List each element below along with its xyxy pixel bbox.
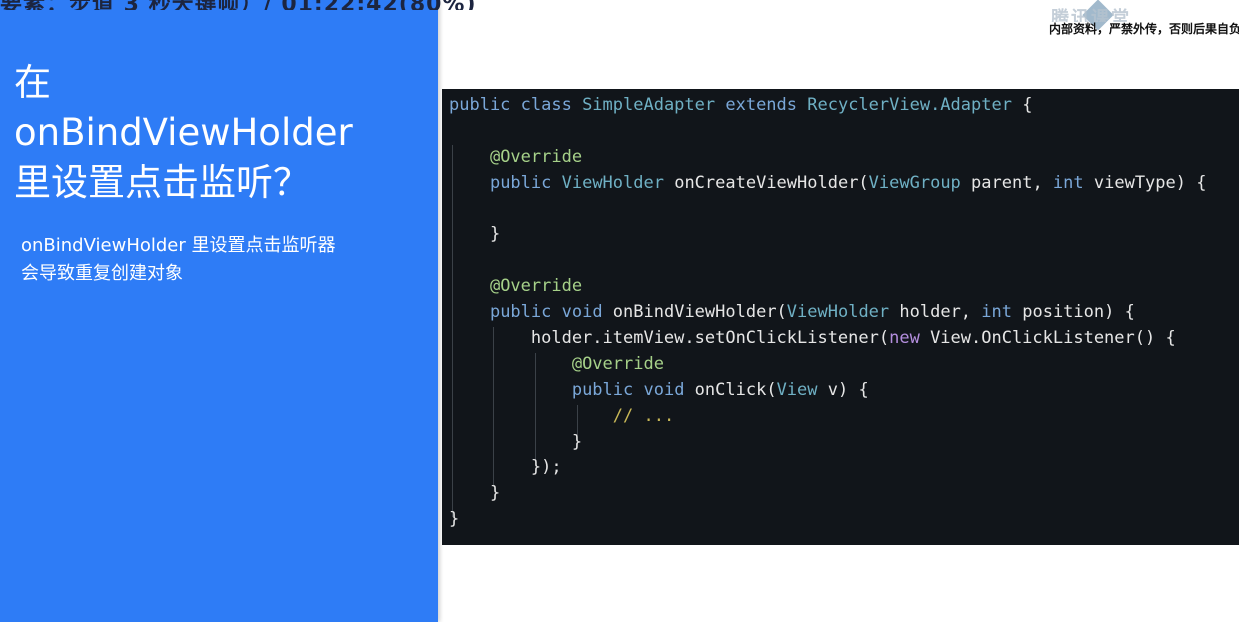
- code-token: extends: [725, 95, 808, 115]
- code-line: }: [449, 481, 1239, 507]
- code-token: position) {: [1022, 302, 1135, 323]
- code-token: View: [776, 379, 828, 400]
- subtitle-line: 会导致重复创建对象: [21, 263, 183, 284]
- watermark-notice: 内部资料，严禁外传，否则后果自负: [1049, 22, 1239, 36]
- code-token: }: [449, 224, 501, 245]
- code-token: v) {: [827, 379, 869, 400]
- code-token: {: [1022, 95, 1033, 115]
- code-line: @Override: [449, 352, 1239, 378]
- video-overlay-text: 要素：步道 3 秒天键帧）/ 01:22:42(80%): [0, 0, 640, 10]
- code-token: });: [449, 457, 562, 478]
- code-line: public void onBindViewHolder(ViewHolder …: [449, 300, 1239, 326]
- code-token: onCreateViewHolder(: [674, 172, 869, 193]
- code-line: public void onClick(View v) {: [449, 378, 1239, 404]
- code-token: ViewHolder: [561, 172, 675, 193]
- code-line: });: [449, 455, 1239, 481]
- title-line: 在: [14, 61, 51, 104]
- code-line: }: [449, 430, 1239, 456]
- code-token: @Override: [489, 146, 583, 167]
- code-token: holder,: [899, 302, 982, 323]
- code-token: public: [571, 379, 644, 400]
- code-token: onBindViewHolder(: [612, 302, 787, 323]
- code-text: public class SimpleAdapter extends Recyc…: [449, 93, 1239, 533]
- code-token: ViewGroup: [868, 172, 972, 193]
- code-token: holder.itemView.setOnClickListener(: [449, 328, 890, 349]
- watermark: 腾讯课堂 内部资料，严禁外传，否则后果自负: [1039, 0, 1239, 38]
- code-token: // ...: [612, 405, 675, 426]
- slide-title: 在 onBindViewHolder 里设置点击监听？: [14, 58, 424, 208]
- code-token: @Override: [571, 353, 664, 374]
- code-token: }: [449, 509, 460, 530]
- code-token: RecyclerView.Adapter: [807, 95, 1023, 115]
- code-token: new: [889, 328, 931, 349]
- code-token: public class: [449, 95, 583, 115]
- slide-subtitle: onBindViewHolder 里设置点击监听器 会导致重复创建对象: [21, 232, 421, 288]
- slide-panel: 在 onBindViewHolder 里设置点击监听？ onBindViewHo…: [0, 0, 438, 622]
- code-token: View.OnClickListener() {: [930, 328, 1176, 349]
- code-token: public: [489, 172, 562, 193]
- subtitle-line: onBindViewHolder 里设置点击监听器: [21, 235, 336, 256]
- code-line: // ...: [449, 404, 1239, 430]
- code-line: }: [449, 222, 1239, 248]
- code-token: void: [561, 302, 613, 323]
- code-token: }: [449, 483, 501, 504]
- code-token: int: [981, 302, 1023, 323]
- title-line: 里设置点击监听？: [14, 161, 310, 204]
- code-token: public: [489, 302, 562, 323]
- code-line: public class SimpleAdapter extends Recyc…: [449, 93, 1239, 119]
- code-token: void: [643, 379, 695, 400]
- title-line: onBindViewHolder: [14, 111, 353, 154]
- code-line: }: [449, 507, 1239, 533]
- code-token: SimpleAdapter: [582, 95, 726, 115]
- code-token: onClick(: [694, 379, 777, 400]
- code-token: }: [449, 431, 583, 452]
- code-line: @Override: [449, 145, 1239, 171]
- code-line: holder.itemView.setOnClickListener(new V…: [449, 326, 1239, 352]
- code-token: parent,: [971, 172, 1053, 193]
- code-token: viewType) {: [1093, 172, 1207, 193]
- code-token: int: [1052, 172, 1094, 193]
- code-block: public class SimpleAdapter extends Recyc…: [442, 89, 1239, 545]
- code-token: ViewHolder: [786, 302, 900, 323]
- code-line: public ViewHolder onCreateViewHolder(Vie…: [449, 171, 1239, 197]
- code-token: @Override: [489, 276, 583, 297]
- code-line: @Override: [449, 274, 1239, 300]
